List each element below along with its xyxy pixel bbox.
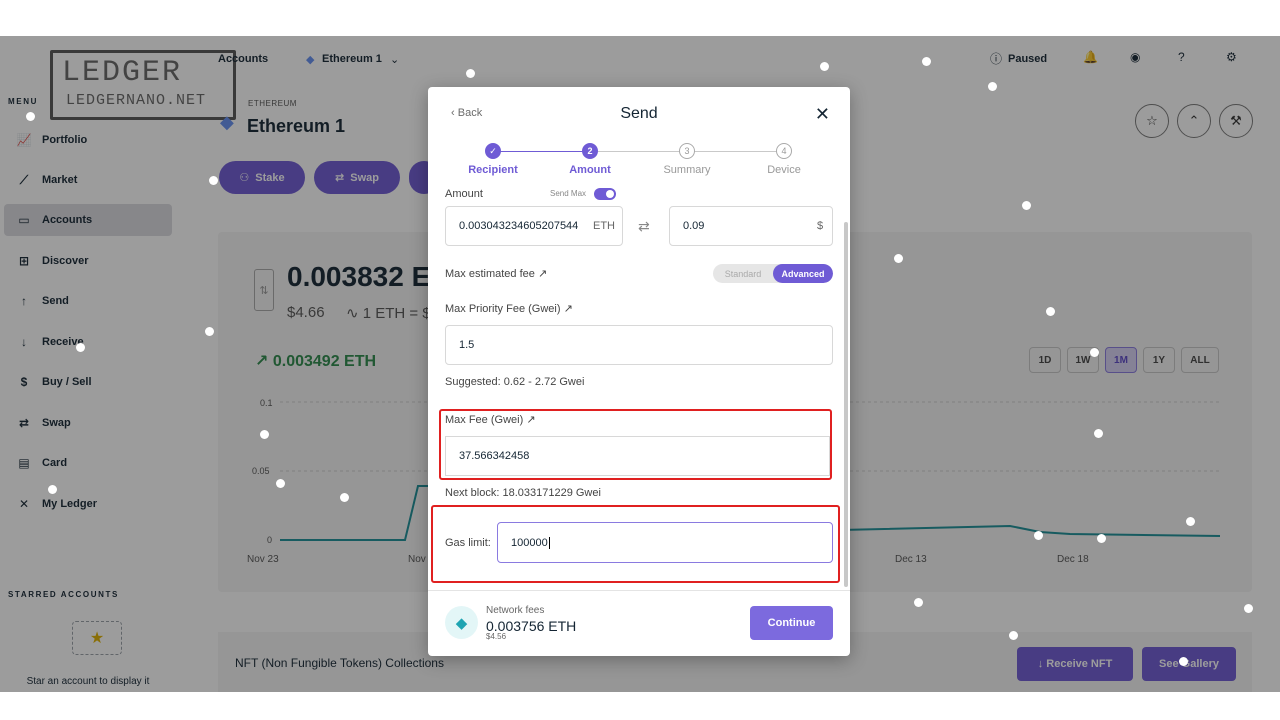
fee-label: Max estimated fee ↗: [445, 267, 547, 280]
amount-unit: ETH: [591, 220, 615, 232]
snow-dot: [276, 479, 285, 488]
snow-dot: [466, 69, 475, 78]
send-max-label: Send Max: [550, 189, 587, 198]
gas-limit-label: Gas limit:: [445, 537, 491, 549]
snow-dot: [922, 57, 931, 66]
fee-mode-advanced[interactable]: Advanced: [773, 264, 833, 283]
snow-dot: [1094, 429, 1103, 438]
snow-dot: [1034, 531, 1043, 540]
external-link-icon[interactable]: ↗: [526, 414, 535, 426]
amount-label: Amount: [445, 188, 483, 200]
suggested-range: Suggested: 0.62 - 2.72 Gwei: [445, 376, 585, 388]
step-label-amount: Amount: [569, 164, 611, 176]
snow-dot: [820, 62, 829, 71]
snow-dot: [48, 485, 57, 494]
fiat-unit: $: [817, 220, 824, 232]
snow-dot: [1009, 631, 1018, 640]
close-icon[interactable]: ✕: [815, 104, 830, 125]
step-label-device: Device: [767, 164, 801, 176]
modal-title: Send: [620, 105, 658, 122]
send-modal: ‹ Back Send ✕ ✓ 2 3 4 Recipient Amount S…: [428, 87, 850, 656]
snow-dot: [76, 343, 85, 352]
send-max-toggle[interactable]: [594, 188, 616, 200]
ledger-live-app: MENU 📈 Portfolio ⟋ Market ▭ Accounts ⊞ Disco…: [0, 36, 1280, 692]
priority-fee-input[interactable]: 1.5: [445, 325, 833, 365]
gas-limit-value: 100000: [511, 536, 548, 549]
fee-mode-standard[interactable]: Standard: [713, 264, 773, 283]
snow-dot: [1186, 517, 1195, 526]
footer-divider: [428, 590, 850, 591]
amount-fiat-input[interactable]: 0.09: [669, 206, 833, 246]
snow-dot: [205, 327, 214, 336]
continue-button[interactable]: Continue: [750, 606, 833, 640]
priority-fee-label-text: Max Priority Fee (Gwei): [445, 303, 561, 315]
step-label-recipient: Recipient: [468, 164, 518, 176]
snow-dot: [1244, 604, 1253, 613]
snow-dot: [1090, 348, 1099, 357]
fee-label-text: Max estimated fee: [445, 268, 535, 280]
snow-dot: [260, 430, 269, 439]
external-link-icon[interactable]: ↗: [538, 268, 547, 280]
step-label-summary: Summary: [663, 164, 711, 176]
max-fee-label: Max Fee (Gwei) ↗: [445, 413, 536, 426]
snow-dot: [894, 254, 903, 263]
network-fees-usd: $4.56: [486, 632, 507, 641]
step-dot-amount: 2: [582, 143, 598, 159]
external-link-icon[interactable]: ↗: [564, 303, 573, 315]
step-dot-summary: 3: [679, 143, 695, 159]
max-fee-input[interactable]: 37.566342458: [445, 436, 830, 476]
ethereum-icon: ◆: [445, 606, 478, 639]
priority-fee-label: Max Priority Fee (Gwei) ↗: [445, 302, 573, 315]
snow-dot: [914, 598, 923, 607]
snow-dot: [209, 176, 218, 185]
gas-limit-input[interactable]: 100000: [497, 522, 833, 563]
snow-dot: [1046, 307, 1055, 316]
snow-dot: [340, 493, 349, 502]
app-frame: MENU 📈 Portfolio ⟋ Market ▭ Accounts ⊞ Disco…: [0, 36, 1280, 692]
next-block-fee: Next block: 18.033171229 Gwei: [445, 487, 601, 499]
step-dot-device: 4: [776, 143, 792, 159]
max-fee-label-text: Max Fee (Gwei): [445, 414, 524, 426]
snow-dot: [26, 112, 35, 121]
stepper-line: [493, 151, 590, 152]
modal-scrollbar[interactable]: [844, 222, 848, 587]
check-icon: ✓: [485, 143, 501, 159]
snow-dot: [1179, 657, 1188, 666]
network-fees-label: Network fees: [486, 605, 545, 616]
snow-dot: [1097, 534, 1106, 543]
snow-dot: [1022, 201, 1031, 210]
text-caret: [548, 536, 550, 549]
snow-dot: [988, 82, 997, 91]
fee-mode-segmented[interactable]: Standard Advanced: [713, 264, 833, 283]
swap-icon[interactable]: ⇄: [638, 218, 650, 235]
